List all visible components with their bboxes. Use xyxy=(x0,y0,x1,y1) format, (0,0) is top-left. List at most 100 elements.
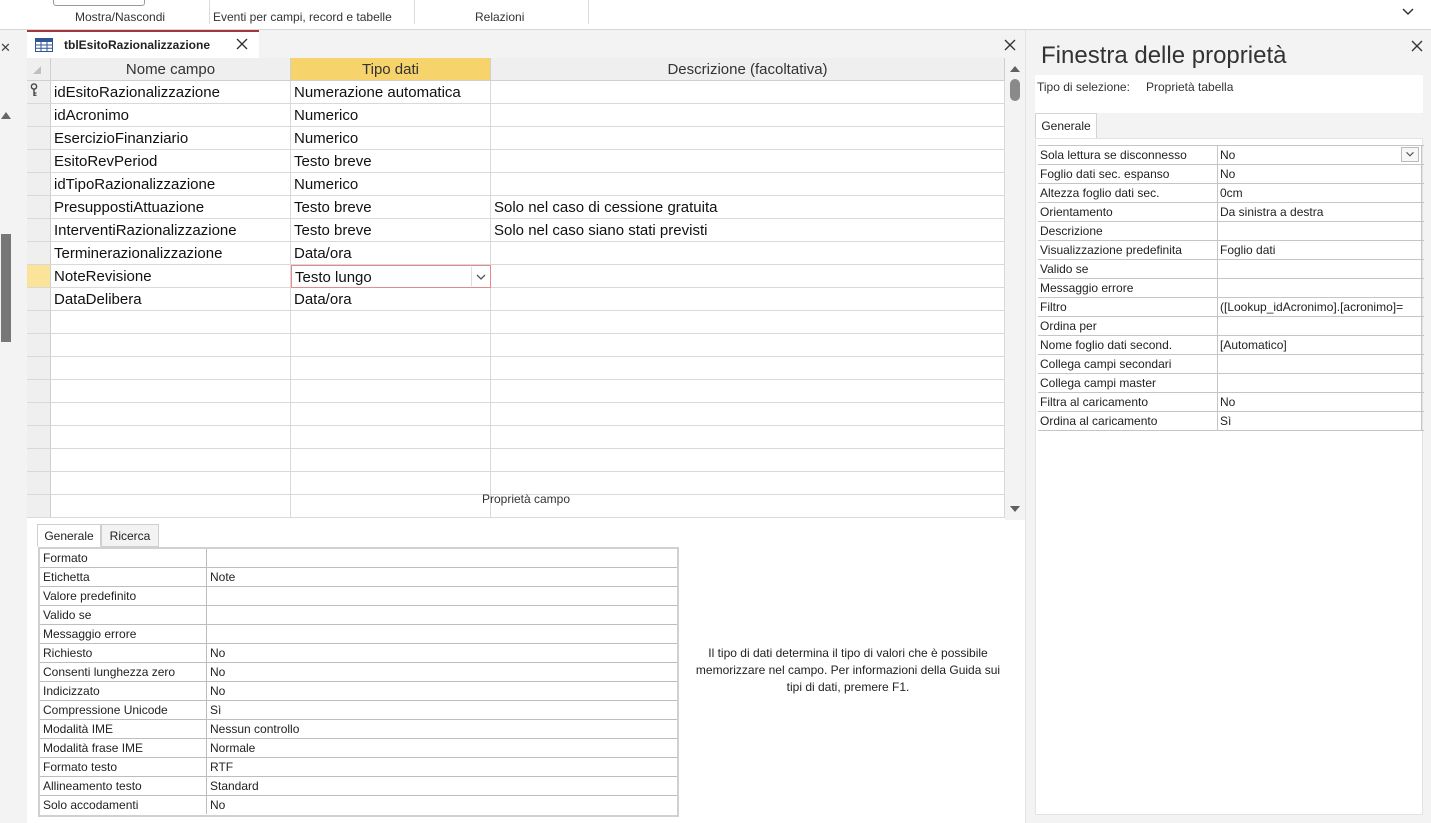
row-selector[interactable] xyxy=(27,357,51,380)
description-cell[interactable] xyxy=(491,81,1005,104)
field-property-value[interactable]: Nessun controllo xyxy=(207,720,677,738)
field-name-cell[interactable] xyxy=(51,311,291,334)
data-type-cell[interactable]: Numerico xyxy=(291,173,491,196)
table-row[interactable] xyxy=(27,311,1005,334)
property-row[interactable]: Sola lettura se disconnesso No xyxy=(1038,146,1424,165)
field-property-value[interactable]: Standard xyxy=(207,777,677,795)
tab-lookup[interactable]: Ricerca xyxy=(101,524,159,547)
table-row[interactable]: NoteRevisione Testo lungo xyxy=(27,265,1005,288)
property-row[interactable]: Foglio dati sec. espanso No xyxy=(1038,165,1424,184)
collapse-ribbon-chevron-icon[interactable] xyxy=(1401,4,1415,18)
property-value[interactable]: No xyxy=(1218,146,1422,164)
column-header-field-name[interactable]: Nome campo xyxy=(51,58,291,81)
table-row[interactable]: EsercizioFinanziario Numerico xyxy=(27,127,1005,150)
table-row[interactable]: DataDelibera Data/ora xyxy=(27,288,1005,311)
row-selector[interactable] xyxy=(27,196,51,219)
dropdown-button[interactable] xyxy=(471,267,489,286)
field-name-cell[interactable] xyxy=(51,334,291,357)
tab-general[interactable]: Generale xyxy=(37,524,101,547)
row-selector[interactable] xyxy=(27,288,51,311)
data-type-cell[interactable]: Data/ora xyxy=(291,288,491,311)
close-pane-icon[interactable] xyxy=(1411,40,1423,52)
column-header-description[interactable]: Descrizione (facoltativa) xyxy=(491,58,1005,81)
property-value[interactable]: 0cm xyxy=(1218,184,1422,202)
field-name-cell[interactable]: idEsitoRazionalizzazione xyxy=(51,81,291,104)
field-name-cell[interactable]: NoteRevisione xyxy=(51,265,291,288)
document-tab[interactable]: tblEsitoRazionalizzazione xyxy=(27,30,259,58)
data-type-cell[interactable] xyxy=(291,311,491,334)
field-property-value[interactable]: RTF xyxy=(207,758,677,776)
description-cell[interactable] xyxy=(491,288,1005,311)
property-row[interactable]: Filtro ([Lookup_idAcronimo].[acronimo]= xyxy=(1038,298,1424,317)
description-cell[interactable]: Solo nel caso siano stati previsti xyxy=(491,219,1005,242)
field-property-row[interactable]: Allineamento testo Standard xyxy=(40,777,677,796)
dropdown-button[interactable] xyxy=(1401,147,1419,162)
field-property-row[interactable]: Compressione Unicode Sì xyxy=(40,701,677,720)
ribbon-group-show-hide[interactable]: Mostra/Nascondi xyxy=(75,10,165,24)
description-cell[interactable]: Solo nel caso di cessione gratuita xyxy=(491,196,1005,219)
property-value[interactable]: No xyxy=(1218,393,1422,411)
field-property-row[interactable]: Modalità frase IME Normale xyxy=(40,739,677,758)
field-property-value[interactable]: No xyxy=(207,644,677,662)
data-type-dropdown[interactable]: Testo lungo xyxy=(291,265,491,288)
table-row[interactable]: Terminerazionalizzazione Data/ora xyxy=(27,242,1005,265)
field-property-row[interactable]: Valido se xyxy=(40,606,677,625)
property-row[interactable]: Messaggio errore xyxy=(1038,279,1424,298)
field-name-cell[interactable]: idAcronimo xyxy=(51,104,291,127)
table-row[interactable] xyxy=(27,449,1005,472)
description-cell[interactable] xyxy=(491,104,1005,127)
field-property-row[interactable]: Etichetta Note xyxy=(40,568,677,587)
field-name-cell[interactable]: idTipoRazionalizzazione xyxy=(51,173,291,196)
data-type-cell[interactable]: Testo breve xyxy=(291,196,491,219)
field-property-row[interactable]: Consenti lunghezza zero No xyxy=(40,663,677,682)
field-property-row[interactable]: Valore predefinito xyxy=(40,587,677,606)
data-type-cell[interactable]: Testo breve xyxy=(291,150,491,173)
data-type-cell[interactable]: Data/ora xyxy=(291,242,491,265)
field-property-value[interactable]: Normale xyxy=(207,739,677,757)
property-value[interactable]: Da sinistra a destra xyxy=(1218,203,1422,221)
field-name-cell[interactable] xyxy=(51,380,291,403)
data-type-cell[interactable] xyxy=(291,426,491,449)
table-row[interactable]: idEsitoRazionalizzazione Numerazione auto… xyxy=(27,81,1005,104)
field-name-cell[interactable] xyxy=(51,426,291,449)
field-property-value[interactable]: No xyxy=(207,663,677,681)
field-property-row[interactable]: Richiesto No xyxy=(40,644,677,663)
scroll-up-arrow-icon[interactable] xyxy=(1010,66,1020,72)
field-name-cell[interactable]: PresuppostiAttuazione xyxy=(51,196,291,219)
row-selector[interactable] xyxy=(27,403,51,426)
row-selector[interactable] xyxy=(27,81,51,104)
field-property-row[interactable]: Solo accodamenti No xyxy=(40,796,677,815)
data-type-cell[interactable] xyxy=(291,357,491,380)
property-row[interactable]: Descrizione xyxy=(1038,222,1424,241)
description-cell[interactable] xyxy=(491,242,1005,265)
field-name-cell[interactable]: EsercizioFinanziario xyxy=(51,127,291,150)
close-tab-icon[interactable] xyxy=(236,38,248,50)
field-name-cell[interactable]: EsitoRevPeriod xyxy=(51,150,291,173)
field-property-row[interactable]: Modalità IME Nessun controllo xyxy=(40,720,677,739)
field-name-cell[interactable]: InterventiRazionalizzazione xyxy=(51,219,291,242)
property-value[interactable] xyxy=(1218,260,1422,278)
table-row[interactable]: idTipoRazionalizzazione Numerico xyxy=(27,173,1005,196)
row-selector[interactable] xyxy=(27,127,51,150)
property-value[interactable]: No xyxy=(1218,165,1422,183)
field-property-row[interactable]: Formato testo RTF xyxy=(40,758,677,777)
table-row[interactable]: InterventiRazionalizzazione Testo breve So… xyxy=(27,219,1005,242)
description-cell[interactable] xyxy=(491,426,1005,449)
row-selector[interactable] xyxy=(27,311,51,334)
close-document-icon[interactable] xyxy=(1004,39,1016,51)
data-type-cell[interactable]: Testo breve xyxy=(291,219,491,242)
property-value[interactable] xyxy=(1218,279,1422,297)
field-name-cell[interactable]: Terminerazionalizzazione xyxy=(51,242,291,265)
row-selector[interactable] xyxy=(27,219,51,242)
row-selector[interactable] xyxy=(27,449,51,472)
row-selector[interactable] xyxy=(27,173,51,196)
description-cell[interactable] xyxy=(491,380,1005,403)
property-row[interactable]: Valido se xyxy=(1038,260,1424,279)
close-icon[interactable]: ✕ xyxy=(0,40,11,56)
field-property-value[interactable] xyxy=(207,606,677,624)
grid-vertical-scrollbar[interactable] xyxy=(1005,58,1025,520)
description-cell[interactable] xyxy=(491,311,1005,334)
property-row[interactable]: Ordina al caricamento Sì xyxy=(1038,412,1424,431)
field-property-value[interactable] xyxy=(207,587,677,605)
field-property-value[interactable]: Note xyxy=(207,568,677,586)
